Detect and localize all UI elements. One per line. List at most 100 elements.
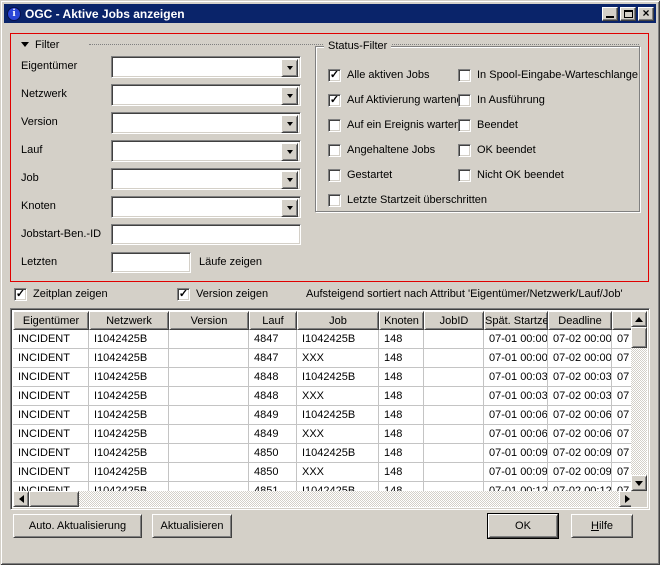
combobox-value[interactable] (112, 113, 300, 133)
status-checkbox-right-4[interactable] (458, 168, 471, 182)
help-button[interactable]: Hilfe (571, 514, 633, 538)
version-zeigen-checkbox[interactable]: ✓ (177, 287, 190, 301)
table-row[interactable]: INCIDENT I1042425B 4849 XXX 148 07-01 00:06 07… (13, 425, 635, 444)
filter-field-label: Version (21, 116, 58, 128)
zeitplan-zeigen-checkbox[interactable]: ✓ (14, 287, 27, 301)
table-cell: I1042425B (89, 349, 169, 368)
column-header-sp-t-startzei[interactable]: Spät. Startzei (484, 311, 548, 330)
combobox-value[interactable] (112, 197, 300, 217)
combobox-dropdown-button[interactable] (281, 171, 298, 189)
table-cell: 148 (379, 406, 424, 425)
column-header-deadline[interactable]: Deadline (548, 311, 612, 330)
table-row[interactable]: INCIDENT I1042425B 4850 I1042425B 148 07-01 0… (13, 444, 635, 463)
titlebar[interactable]: i OGC - Aktive Jobs anzeigen × (4, 4, 656, 23)
column-header-version[interactable]: Version (169, 311, 249, 330)
filter-collapse-header[interactable]: Filter (19, 38, 59, 51)
table-cell (169, 330, 249, 349)
status-checkbox-left-1[interactable]: ✓ (328, 93, 341, 107)
filter-field-row: Letzten Läufe zeigen (11, 252, 648, 274)
scroll-left-button[interactable] (13, 491, 29, 507)
dialog-window: i OGC - Aktive Jobs anzeigen × Filter Ei… (0, 0, 660, 565)
jobs-table: Eigentümer Netzwerk Version Lauf Job Knoten Jo… (10, 308, 650, 510)
table-header-row: Eigentümer Netzwerk Version Lauf Job Knoten Jo… (13, 311, 635, 330)
auto-refresh-button[interactable]: Auto. Aktualisierung (13, 514, 142, 538)
column-header-lauf[interactable]: Lauf (249, 311, 297, 330)
status-checkbox-row: OK beendet (458, 143, 536, 157)
table-cell: 148 (379, 330, 424, 349)
table-cell: INCIDENT (13, 387, 89, 406)
column-header-job[interactable]: Job (297, 311, 379, 330)
status-checkbox-row: ✓ Alle aktiven Jobs (328, 68, 430, 82)
table-cell: 148 (379, 349, 424, 368)
filter-combobox-eigent-mer[interactable] (111, 56, 301, 78)
table-row[interactable]: INCIDENT I1042425B 4848 XXX 148 07-01 00:03 07… (13, 387, 635, 406)
table-cell: I1042425B (89, 330, 169, 349)
table-row[interactable]: INCIDENT I1042425B 4847 I1042425B 148 07-01 0… (13, 330, 635, 349)
table-row[interactable]: INCIDENT I1042425B 4849 I1042425B 148 07-01 0… (13, 406, 635, 425)
horizontal-scrollbar-thumb[interactable] (29, 491, 79, 507)
combobox-value[interactable] (112, 141, 300, 161)
status-checkbox-label: In Ausführung (477, 94, 545, 106)
scroll-down-button[interactable] (631, 475, 647, 491)
combobox-dropdown-button[interactable] (281, 199, 298, 217)
status-checkbox-right-1[interactable] (458, 93, 471, 107)
table-cell (424, 463, 484, 482)
minimize-button[interactable] (602, 6, 618, 21)
column-header-eigent-mer[interactable]: Eigentümer (13, 311, 89, 330)
column-header-netzwerk[interactable]: Netzwerk (89, 311, 169, 330)
status-checkbox-left-5[interactable] (328, 193, 341, 207)
combobox-value[interactable] (112, 85, 300, 105)
table-row[interactable]: INCIDENT I1042425B 4850 XXX 148 07-01 00:09 07… (13, 463, 635, 482)
column-header-knoten[interactable]: Knoten (379, 311, 424, 330)
filter-combobox-lauf[interactable] (111, 140, 301, 162)
close-button[interactable]: × (638, 6, 654, 21)
table-cell (424, 368, 484, 387)
status-checkbox-left-3[interactable] (328, 143, 341, 157)
combobox-dropdown-button[interactable] (281, 87, 298, 105)
filter-combobox-job[interactable] (111, 168, 301, 190)
combobox-dropdown-button[interactable] (281, 59, 298, 77)
horizontal-scrollbar[interactable] (13, 491, 635, 507)
table-cell: 07-02 00:06 (548, 406, 612, 425)
table-cell: I1042425B (89, 425, 169, 444)
filter-text-input[interactable] (111, 252, 191, 273)
table-cell: I1042425B (297, 368, 379, 387)
status-checkbox-left-4[interactable] (328, 168, 341, 182)
filter-combobox-netzwerk[interactable] (111, 84, 301, 106)
chevron-down-icon (286, 206, 293, 213)
status-checkbox-right-0[interactable] (458, 68, 471, 82)
maximize-icon (623, 9, 633, 18)
filter-combobox-knoten[interactable] (111, 196, 301, 218)
column-header-jobid[interactable]: JobID (424, 311, 484, 330)
combobox-dropdown-button[interactable] (281, 143, 298, 161)
ok-button[interactable]: OK (487, 513, 559, 539)
vertical-scrollbar-thumb[interactable] (631, 327, 647, 348)
combobox-value[interactable] (112, 169, 300, 189)
filter-field-label: Netzwerk (21, 88, 67, 100)
status-checkbox-label: Angehaltene Jobs (347, 144, 436, 156)
table-cell: 07-02 00:00 (548, 349, 612, 368)
maximize-button[interactable] (620, 6, 636, 21)
sort-order-text: Aufsteigend sortiert nach Attribut 'Eige… (306, 288, 623, 300)
table-row[interactable]: INCIDENT I1042425B 4848 I1042425B 148 07-01 0… (13, 368, 635, 387)
status-checkbox-left-2[interactable] (328, 118, 341, 132)
info-icon[interactable]: i (7, 6, 21, 21)
filter-field-label: Jobstart-Ben.-ID (21, 228, 102, 240)
filter-field-label: Lauf (21, 144, 43, 156)
refresh-button[interactable]: Aktualisieren (152, 514, 232, 538)
filter-text-input[interactable] (111, 224, 301, 245)
table-row[interactable]: INCIDENT I1042425B 4847 XXX 148 07-01 00:00 07… (13, 349, 635, 368)
table-cell: XXX (297, 349, 379, 368)
table-cell: I1042425B (89, 406, 169, 425)
table-cell: 4848 (249, 387, 297, 406)
status-checkbox-right-2[interactable] (458, 118, 471, 132)
combobox-dropdown-button[interactable] (281, 115, 298, 133)
status-checkbox-right-3[interactable] (458, 143, 471, 157)
table-cell: 07-02 00:03 (548, 387, 612, 406)
combobox-value[interactable] (112, 57, 300, 77)
filter-combobox-version[interactable] (111, 112, 301, 134)
filter-field-label: Job (21, 172, 39, 184)
scroll-up-button[interactable] (631, 311, 647, 327)
status-checkbox-left-0[interactable]: ✓ (328, 68, 341, 82)
vertical-scrollbar[interactable] (631, 311, 647, 491)
